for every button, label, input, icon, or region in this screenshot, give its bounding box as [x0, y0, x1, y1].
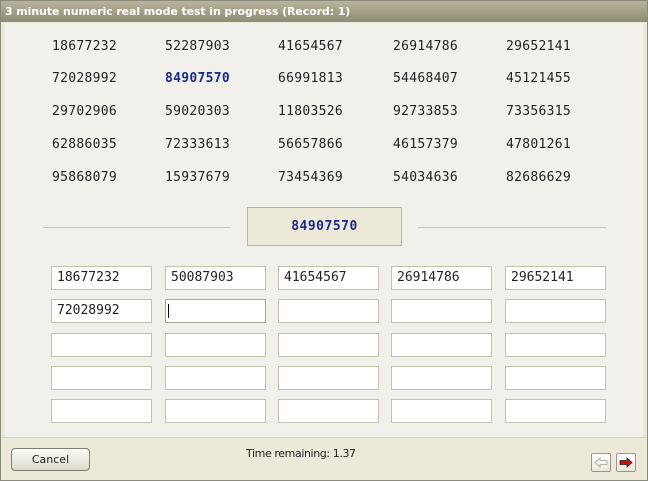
grid-number: 15937679 [165, 170, 231, 185]
test-window: 3 minute numeric real mode test in progr… [0, 0, 648, 481]
answer-input[interactable]: 41654567 [278, 266, 379, 290]
grid-number: 95868079 [52, 170, 118, 185]
grid-number: 26914786 [393, 39, 459, 54]
back-button[interactable] [591, 453, 611, 472]
current-target-number: 84907570 [247, 207, 402, 246]
grid-number: 18677232 [52, 39, 118, 54]
grid-number: 82686629 [506, 170, 572, 185]
footer-separator [1, 437, 647, 438]
grid-number: 56657866 [278, 137, 344, 152]
answer-input[interactable] [51, 366, 152, 390]
grid-number: 92733853 [393, 104, 459, 119]
grid-number: 52287903 [165, 39, 231, 54]
answer-input[interactable] [165, 299, 266, 323]
answer-input[interactable]: 72028992 [51, 299, 152, 323]
grid-number: 54468407 [393, 71, 459, 86]
time-remaining: Time remaining: 1.37 [246, 447, 356, 460]
answer-input[interactable] [278, 299, 379, 323]
grid-number: 72028992 [52, 71, 118, 86]
grid-number: 54034636 [393, 170, 459, 185]
answer-input[interactable] [391, 299, 492, 323]
divider-left [43, 227, 231, 228]
answer-input[interactable]: 29652141 [505, 266, 606, 290]
test-content-area: 18677232 52287903 41654567 26914786 29652141… [5, 23, 643, 437]
answer-input[interactable] [51, 399, 152, 423]
answer-input[interactable] [505, 366, 606, 390]
answer-input[interactable]: 50087903 [165, 266, 266, 290]
grid-number: 41654567 [278, 39, 344, 54]
grid-number: 29652141 [506, 39, 572, 54]
answer-input[interactable] [51, 333, 152, 357]
grid-number: 62886035 [52, 137, 118, 152]
next-button[interactable] [616, 453, 636, 472]
answer-input[interactable] [391, 366, 492, 390]
divider-right [418, 227, 606, 228]
answer-input[interactable]: 18677232 [51, 266, 152, 290]
arrow-left-icon [594, 456, 608, 469]
answer-input[interactable] [165, 366, 266, 390]
answer-input[interactable] [505, 299, 606, 323]
answer-input[interactable] [278, 333, 379, 357]
text-caret [168, 304, 169, 318]
grid-number: 47801261 [506, 137, 572, 152]
grid-number: 84907570 [165, 71, 231, 86]
answer-input[interactable] [391, 333, 492, 357]
grid-number: 29702906 [52, 104, 118, 119]
answer-input[interactable] [165, 333, 266, 357]
grid-number: 11803526 [278, 104, 344, 119]
grid-number: 73454369 [278, 170, 344, 185]
answer-input[interactable] [278, 366, 379, 390]
grid-number: 45121455 [506, 71, 572, 86]
grid-number: 66991813 [278, 71, 344, 86]
answer-input[interactable] [505, 333, 606, 357]
grid-number: 59020303 [165, 104, 231, 119]
answer-input[interactable] [391, 399, 492, 423]
answer-input[interactable]: 26914786 [391, 266, 492, 290]
window-title: 3 minute numeric real mode test in progr… [1, 1, 647, 22]
grid-number: 46157379 [393, 137, 459, 152]
answer-input[interactable] [278, 399, 379, 423]
arrow-right-icon [619, 457, 633, 468]
answer-input[interactable] [165, 399, 266, 423]
grid-number: 73356315 [506, 104, 572, 119]
answer-input[interactable] [505, 399, 606, 423]
grid-number: 72333613 [165, 137, 231, 152]
cancel-button[interactable]: Cancel [11, 448, 90, 471]
